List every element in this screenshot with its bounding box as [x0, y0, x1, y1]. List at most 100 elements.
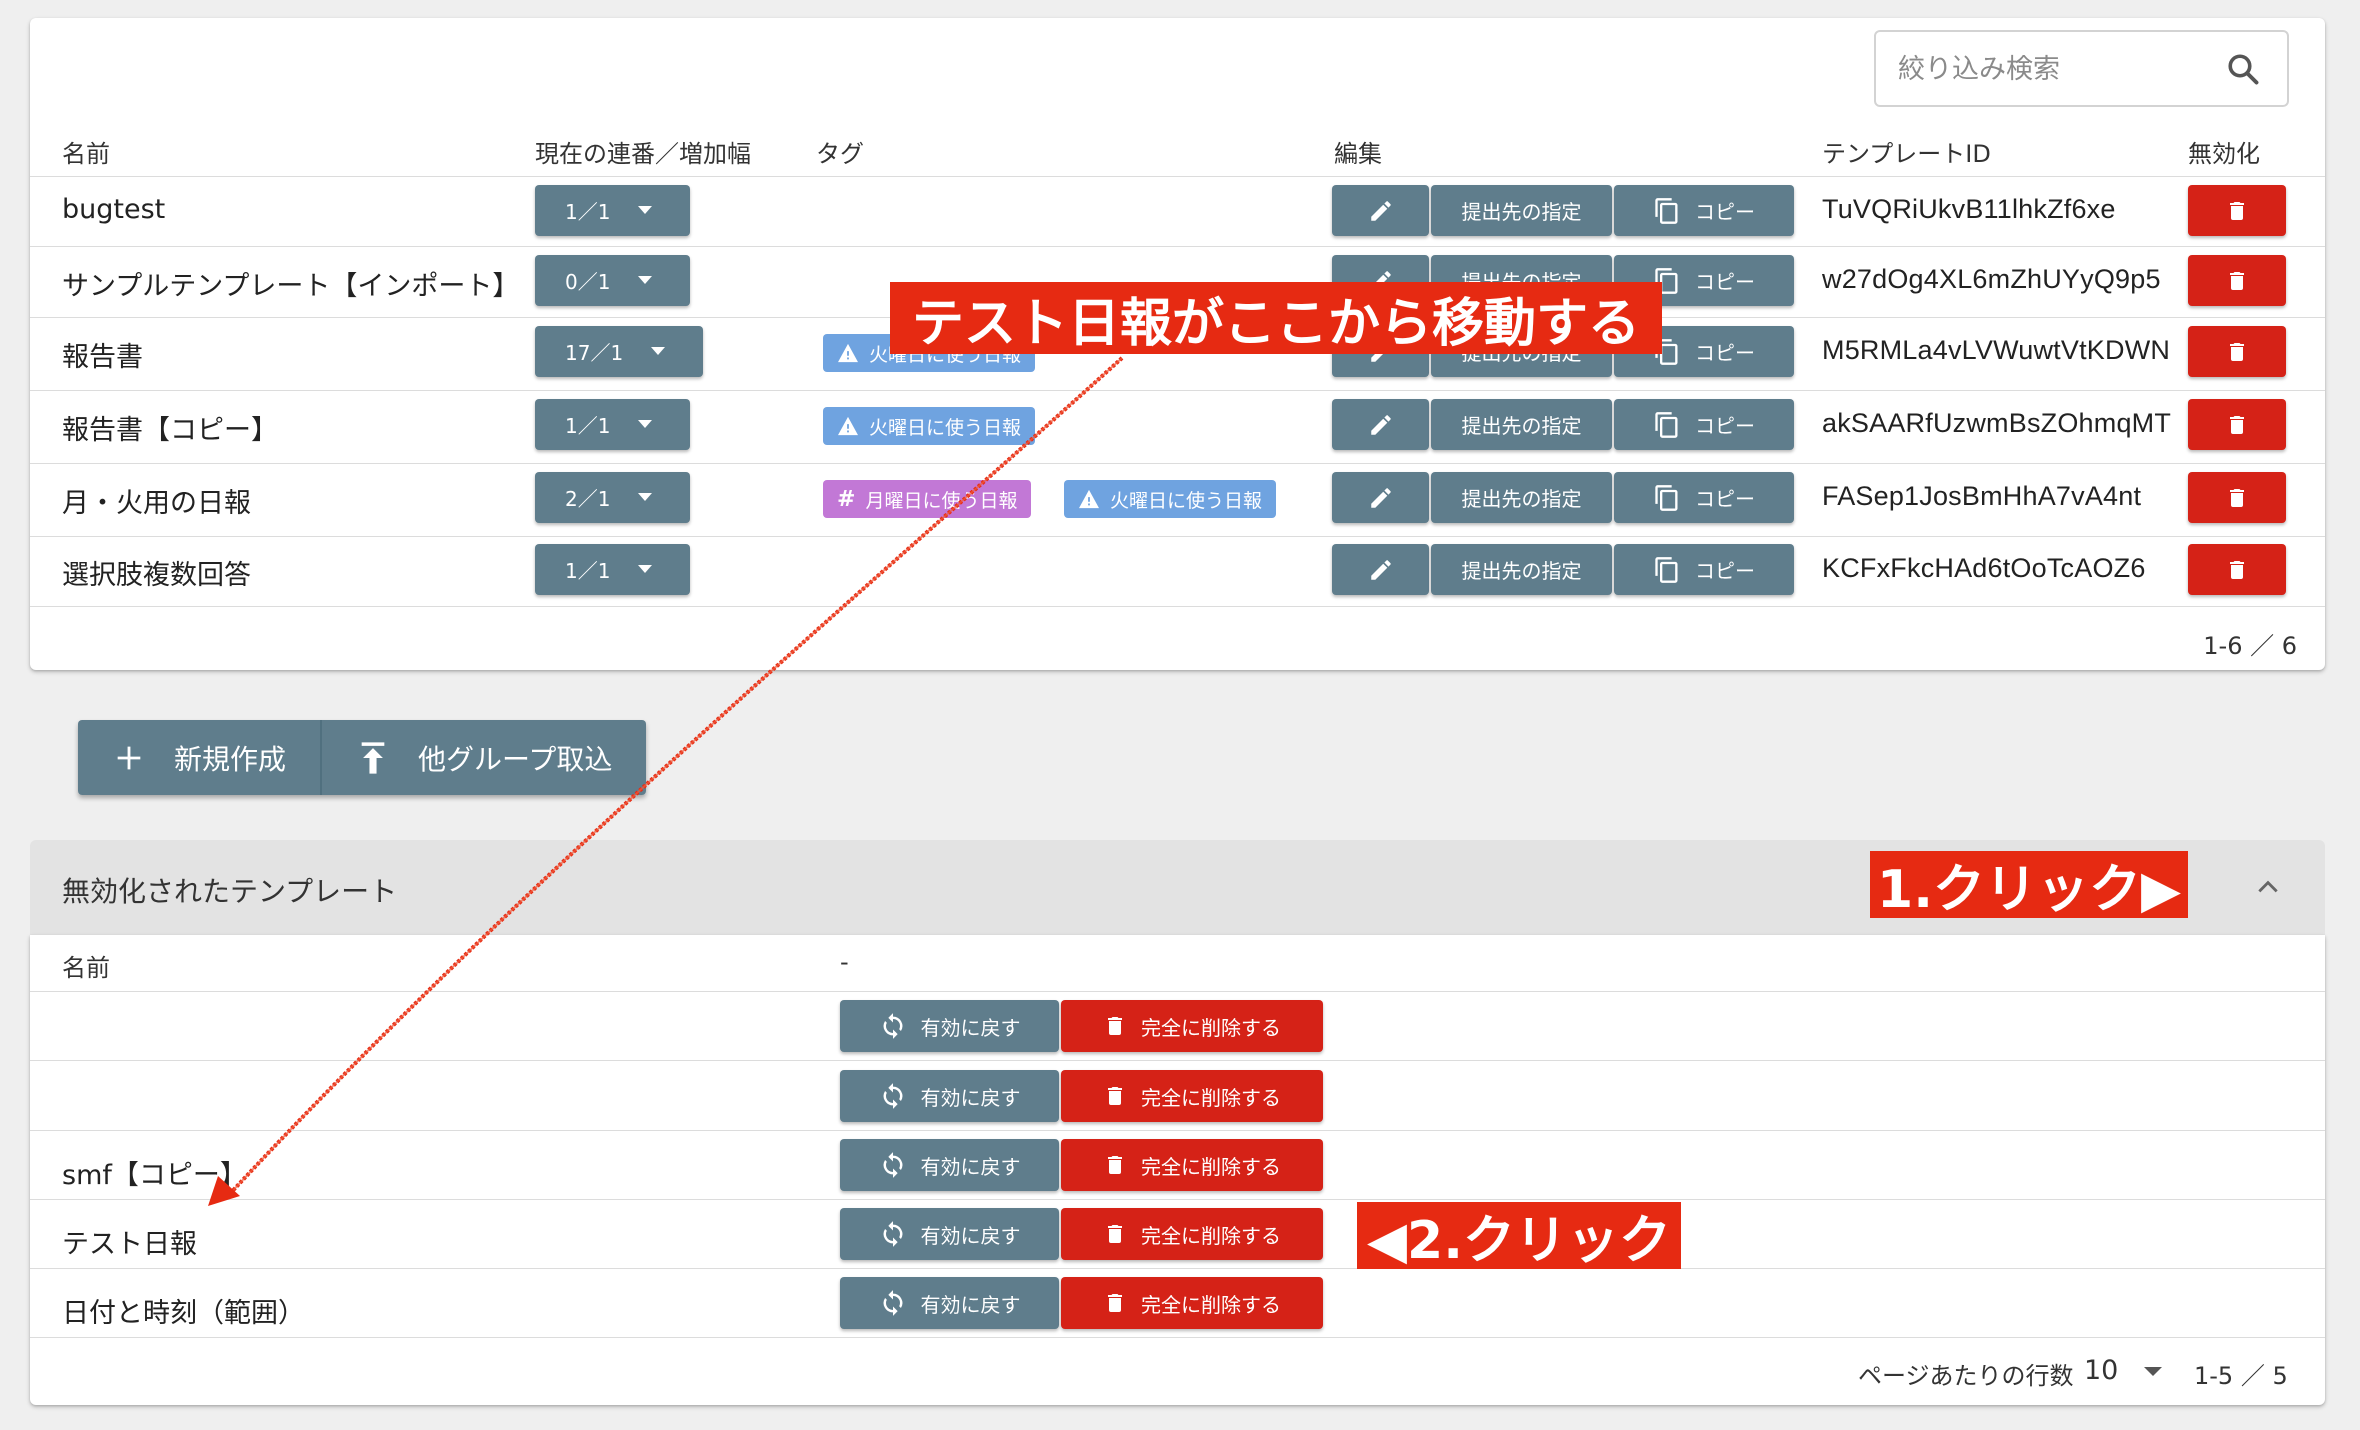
header-disable: 無効化 — [2188, 140, 2260, 168]
delete-permanently-button[interactable]: 完全に削除する — [1061, 1000, 1323, 1052]
trash-icon — [1108, 1087, 1122, 1105]
delete-label: 完全に削除する — [1141, 1085, 1281, 1110]
divider — [30, 1337, 2325, 1338]
disable-button[interactable] — [2188, 326, 2286, 377]
disable-button[interactable] — [2188, 544, 2286, 595]
plus-icon — [117, 746, 141, 769]
rows-per-page-select[interactable]: 10 — [2084, 1351, 2174, 1387]
copy-button[interactable]: コピー — [1614, 185, 1794, 236]
hash-icon: # — [837, 486, 856, 512]
pagination-info: 1-6 ／ 6 — [2203, 632, 2297, 660]
tag-chip[interactable]: 火曜日に使う日報 — [1064, 480, 1277, 518]
delete-label: 完全に削除する — [1141, 1292, 1281, 1317]
restore-label: 有効に戻す — [920, 1223, 1021, 1248]
restore-button[interactable]: 有効に戻す — [840, 1000, 1059, 1052]
template-name: 報告書 — [62, 342, 143, 373]
copy-button[interactable]: コピー — [1614, 399, 1794, 450]
caret-down-icon — [638, 565, 652, 573]
header-edit: 編集 — [1334, 140, 1382, 168]
edit-button[interactable] — [1332, 185, 1429, 236]
divider — [30, 606, 2325, 607]
copy-label: コピー — [1695, 487, 1755, 511]
caret-down-icon — [638, 420, 652, 428]
delete-label: 完全に削除する — [1141, 1015, 1281, 1040]
template-id: w27dOg4XL6mZhUYyQ9p5 — [1822, 264, 2161, 294]
delete-permanently-button[interactable]: 完全に削除する — [1061, 1139, 1323, 1191]
delete-permanently-button[interactable]: 完全に削除する — [1061, 1208, 1323, 1260]
disabled-template-name: テスト日報 — [62, 1229, 197, 1260]
caret-down-icon — [638, 276, 652, 284]
search-box[interactable] — [1874, 30, 2289, 107]
destination-label: 提出先の指定 — [1461, 559, 1582, 583]
disabled-templates-card: 名前 - 有効に戻す 完全に削除する 有効に戻す 完全に削除する smf【コピー… — [30, 935, 2325, 1405]
destination-button[interactable]: 提出先の指定 — [1431, 399, 1612, 450]
sequence-dropdown[interactable]: 17／1 — [535, 326, 703, 377]
trash-icon — [2230, 488, 2244, 507]
header-tags: タグ — [816, 140, 864, 168]
header-template-id: テンプレートID — [1822, 140, 1991, 168]
pencil-icon — [1370, 559, 1391, 580]
restore-label: 有効に戻す — [920, 1292, 1021, 1317]
destination-button[interactable]: 提出先の指定 — [1431, 472, 1612, 523]
restore-button[interactable]: 有効に戻す — [840, 1208, 1059, 1260]
header-name: 名前 — [62, 954, 110, 982]
delete-label: 完全に削除する — [1141, 1223, 1281, 1248]
search-icon[interactable] — [2225, 51, 2261, 87]
disable-button[interactable] — [2188, 472, 2286, 523]
sequence-dropdown[interactable]: 0／1 — [535, 255, 690, 306]
pagination-info: 1-5 ／ 5 — [2194, 1362, 2288, 1390]
edit-button[interactable] — [1332, 544, 1429, 595]
sequence-dropdown[interactable]: 2／1 — [535, 472, 690, 523]
import-button[interactable]: 他グループ取込 — [320, 720, 647, 795]
restore-button[interactable]: 有効に戻す — [840, 1070, 1059, 1122]
divider — [30, 1199, 2325, 1200]
edit-button[interactable] — [1332, 472, 1429, 523]
tag-label: 月曜日に使う日報 — [865, 489, 1018, 512]
delete-permanently-button[interactable]: 完全に削除する — [1061, 1277, 1323, 1329]
copy-icon — [1655, 197, 1678, 224]
sequence-dropdown[interactable]: 1／1 — [535, 185, 690, 236]
copy-button[interactable]: コピー — [1614, 472, 1794, 523]
delete-label: 完全に削除する — [1141, 1154, 1281, 1179]
annotation-click-2: ◀2.クリック — [1357, 1202, 1681, 1271]
trash-icon — [2230, 342, 2244, 361]
sequence-dropdown[interactable]: 1／1 — [535, 544, 690, 595]
upload-icon — [361, 741, 385, 774]
trash-icon — [1108, 1017, 1122, 1035]
sequence-value: 2／1 — [565, 487, 611, 511]
copy-button[interactable]: コピー — [1614, 544, 1794, 595]
delete-permanently-button[interactable]: 完全に削除する — [1061, 1070, 1323, 1122]
divider — [30, 536, 2325, 537]
restore-button[interactable]: 有効に戻す — [840, 1277, 1059, 1329]
sequence-value: 1／1 — [565, 200, 611, 224]
trash-icon — [2230, 201, 2244, 220]
trash-icon — [2230, 415, 2244, 434]
destination-button[interactable]: 提出先の指定 — [1431, 185, 1612, 236]
annotation-click-1: 1.クリック▶ — [1870, 851, 2188, 920]
divider — [30, 1060, 2325, 1061]
template-id: FASep1JosBmHhA7vA4nt — [1822, 481, 2142, 511]
header-name: 名前 — [62, 140, 110, 168]
disable-button[interactable] — [2188, 255, 2286, 306]
disable-button[interactable] — [2188, 399, 2286, 450]
header-actions: - — [840, 948, 849, 976]
trash-icon — [2230, 271, 2244, 290]
new-template-button[interactable]: 新規作成 — [78, 720, 321, 795]
sequence-dropdown[interactable]: 1／1 — [535, 399, 690, 450]
refresh-icon — [883, 1221, 902, 1247]
edit-button[interactable] — [1332, 399, 1429, 450]
warning-icon — [838, 416, 858, 436]
disable-button[interactable] — [2188, 185, 2286, 236]
tag-chip[interactable]: 火曜日に使う日報 — [823, 407, 1036, 445]
destination-button[interactable]: 提出先の指定 — [1431, 544, 1612, 595]
copy-icon — [1655, 411, 1678, 438]
sequence-value: 1／1 — [565, 414, 611, 438]
warning-icon — [838, 343, 858, 363]
restore-button[interactable]: 有効に戻す — [840, 1139, 1059, 1191]
caret-down-icon — [2144, 1367, 2162, 1376]
chevron-up-icon[interactable] — [2255, 874, 2281, 900]
tag-chip[interactable]: # 月曜日に使う日報 — [823, 480, 1032, 518]
template-id: M5RMLa4vLVWuwtVtKDWN — [1822, 335, 2171, 365]
trash-icon — [1108, 1294, 1122, 1312]
search-input[interactable] — [1896, 32, 2200, 107]
